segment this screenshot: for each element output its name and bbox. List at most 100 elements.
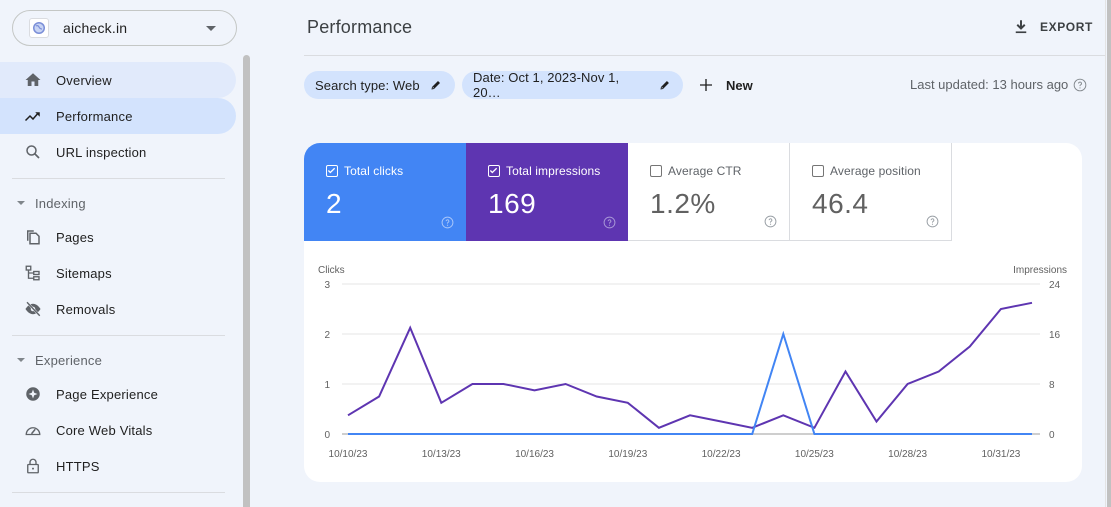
header-divider [304, 55, 1111, 56]
y-right-tick-label: 16 [1049, 330, 1061, 341]
metric-label: Total impressions [506, 164, 601, 178]
sidebar-item-removals[interactable]: Removals [0, 291, 236, 327]
search-console-performance: aicheck.in Overview Performance URL insp… [0, 0, 1111, 507]
sidebar-item-core-web-vitals[interactable]: Core Web Vitals [0, 412, 236, 448]
y-right-tick-label: 8 [1049, 380, 1055, 391]
speed-gauge-icon [24, 421, 42, 439]
metric-value: 2 [326, 188, 343, 219]
metric-value: 169 [488, 188, 537, 219]
x-tick-label: 10/13/23 [422, 449, 461, 460]
help-icon[interactable] [603, 216, 616, 229]
y-right-tick-label: 24 [1049, 280, 1061, 291]
new-filter-button[interactable]: New [698, 71, 753, 99]
x-tick-label: 10/19/23 [608, 449, 647, 460]
section-label: Indexing [35, 195, 86, 211]
checkbox-unchecked-icon[interactable] [650, 165, 662, 177]
section-label: Experience [35, 352, 103, 368]
sidebar-item-overview[interactable]: Overview [0, 62, 236, 98]
y-right-tick-label: 0 [1049, 430, 1055, 441]
download-icon [1015, 20, 1027, 34]
sidebar-scrollbar[interactable] [243, 55, 250, 507]
y-left-tick-label: 1 [324, 380, 330, 391]
sidebar: aicheck.in Overview Performance URL insp… [0, 0, 243, 507]
chip-label: Search type: Web [315, 77, 420, 93]
checkbox-unchecked-icon[interactable] [812, 165, 824, 177]
y-left-tick-label: 0 [324, 430, 330, 441]
export-label: EXPORT [1040, 20, 1093, 34]
x-tick-label: 10/10/23 [329, 449, 368, 460]
y-left-tick-label: 2 [324, 330, 330, 341]
last-updated-text: Last updated: 13 hours ago [910, 77, 1069, 92]
search-icon [24, 143, 42, 161]
divider [12, 178, 225, 179]
sidebar-item-page-experience[interactable]: Page Experience [0, 376, 236, 412]
y-left-axis-label: Clicks [318, 265, 345, 276]
trending-up-icon [24, 107, 42, 125]
property-name: aicheck.in [63, 20, 128, 36]
divider [12, 492, 225, 493]
help-icon[interactable] [926, 215, 939, 228]
edit-pencil-icon [660, 81, 670, 90]
visibility-off-icon [24, 300, 42, 318]
metric-label: Average CTR [668, 164, 742, 178]
performance-chart[interactable]: Clicks Impressions 0 1 2 3 0 8 16 24 10/10/23 10/… [304, 253, 1082, 478]
checkbox-checked-icon[interactable] [488, 165, 500, 177]
collapse-arrow-icon [17, 201, 25, 205]
sidebar-item-https[interactable]: HTTPS [0, 448, 236, 484]
new-label: New [726, 77, 753, 93]
sidebar-item-label: Removals [56, 301, 116, 317]
page-title: Performance [307, 17, 413, 37]
sidebar-item-url-inspection[interactable]: URL inspection [0, 134, 236, 170]
sidebar-item-label: Sitemaps [56, 265, 112, 281]
sidebar-item-label: Core Web Vitals [56, 422, 153, 438]
sidebar-item-pages[interactable]: Pages [0, 219, 236, 255]
performance-card: Total clicks 2 Total impressions 169 Ave… [304, 143, 1082, 482]
page-scrollbar[interactable] [1105, 0, 1111, 507]
globe-icon [29, 18, 49, 38]
lock-icon [24, 457, 42, 475]
chip-label: Date: Oct 1, 2023-Nov 1, 20… [473, 70, 620, 100]
help-icon[interactable] [441, 216, 454, 229]
collapse-arrow-icon [17, 358, 25, 362]
x-tick-label: 10/16/23 [515, 449, 554, 460]
section-experience[interactable]: Experience [0, 344, 243, 376]
page-experience-icon [24, 385, 42, 403]
plus-icon [700, 79, 712, 91]
metric-value: 1.2% [650, 188, 716, 219]
edit-pencil-icon [431, 81, 440, 90]
home-icon [24, 71, 42, 89]
y-left-tick-label: 3 [324, 280, 330, 291]
sidebar-item-label: Performance [56, 108, 133, 124]
sitemap-icon [24, 264, 42, 282]
section-indexing[interactable]: Indexing [0, 187, 243, 219]
metric-value: 46.4 [812, 188, 869, 219]
pages-icon [24, 228, 42, 246]
page-scrollbar-thumb[interactable] [1107, 0, 1111, 507]
sidebar-item-label: Overview [56, 72, 112, 88]
x-tick-label: 10/28/23 [888, 449, 927, 460]
help-icon[interactable] [1073, 78, 1087, 92]
metric-average-ctr[interactable]: Average CTR 1.2% [628, 143, 790, 241]
last-updated: Last updated: 13 hours ago [910, 77, 1087, 92]
property-selector[interactable]: aicheck.in [12, 10, 237, 46]
x-tick-label: 10/22/23 [702, 449, 741, 460]
date-filter-chip[interactable]: Date: Oct 1, 2023-Nov 1, 20… [462, 70, 683, 100]
search-type-filter-chip[interactable]: Search type: Web [304, 71, 455, 99]
sidebar-item-sitemaps[interactable]: Sitemaps [0, 255, 236, 291]
metric-label: Total clicks [344, 164, 404, 178]
checkbox-checked-icon[interactable] [326, 165, 338, 177]
sidebar-nav: Overview Performance URL inspection Inde… [0, 62, 243, 501]
series-line-impressions [347, 301, 1033, 430]
metric-average-position[interactable]: Average position 46.4 [790, 143, 952, 241]
chevron-down-icon [206, 26, 216, 31]
metric-total-impressions[interactable]: Total impressions 169 [466, 143, 628, 241]
help-icon[interactable] [764, 215, 777, 228]
export-button[interactable]: EXPORT [1012, 14, 1093, 40]
sidebar-item-label: Pages [56, 229, 94, 245]
divider [12, 335, 225, 336]
y-right-axis-label: Impressions [1013, 265, 1067, 276]
x-tick-label: 10/31/23 [981, 449, 1020, 460]
metric-label: Average position [830, 164, 921, 178]
metric-total-clicks[interactable]: Total clicks 2 [304, 143, 466, 241]
sidebar-item-performance[interactable]: Performance [0, 98, 236, 134]
